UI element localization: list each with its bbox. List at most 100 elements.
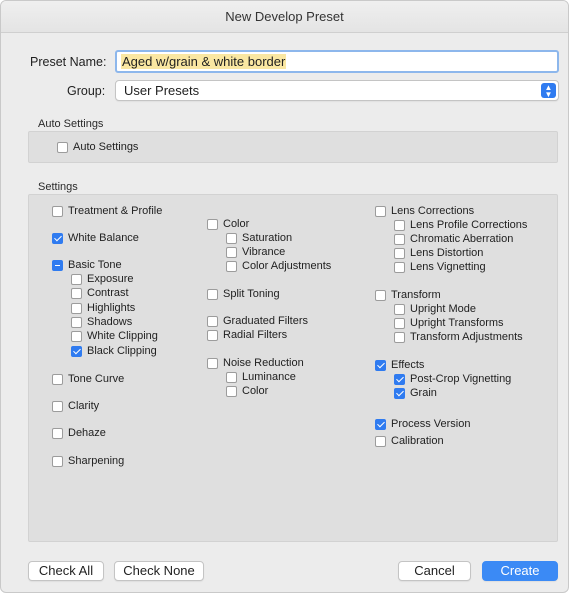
checkbox-icon <box>52 455 63 467</box>
option-label: Highlights <box>87 302 136 314</box>
group-select[interactable]: User Presets ▲ ▼ <box>115 80 559 101</box>
option-white-balance[interactable]: White Balance <box>52 231 139 245</box>
checkbox-icon <box>226 260 237 272</box>
option-process-version[interactable]: Process Version <box>375 417 470 431</box>
option-label: Effects <box>391 359 425 371</box>
checkbox-icon <box>394 233 405 245</box>
option-calibration[interactable]: Calibration <box>375 434 444 448</box>
option-sharpening[interactable]: Sharpening <box>52 454 124 468</box>
option-label: Lens Profile Corrections <box>410 219 528 231</box>
checkbox-icon <box>394 331 405 343</box>
option-label: Color <box>242 385 269 397</box>
option-vibrance[interactable]: Vibrance <box>226 245 285 259</box>
option-effects[interactable]: Effects <box>375 358 424 372</box>
option-color-adjustments[interactable]: Color Adjustments <box>226 259 331 273</box>
settings-section-title: Settings <box>38 181 78 193</box>
option-label: Post-Crop Vignetting <box>410 373 512 385</box>
checkbox-icon <box>207 315 218 327</box>
option-exposure[interactable]: Exposure <box>71 272 133 286</box>
option-label: Radial Filters <box>223 329 288 341</box>
option-post-crop-vignetting[interactable]: Post-Crop Vignetting <box>394 372 511 386</box>
new-develop-preset-dialog: New Develop Preset Preset Name: Aged w/g… <box>0 0 569 593</box>
option-label: Clarity <box>68 400 100 412</box>
checkbox-icon <box>52 427 63 439</box>
option-grain[interactable]: Grain <box>394 386 437 400</box>
option-chromatic-aberration[interactable]: Chromatic Aberration <box>394 232 513 246</box>
option-label: Vibrance <box>242 246 286 258</box>
option-contrast[interactable]: Contrast <box>71 286 129 300</box>
checkbox-mixed-icon <box>52 259 63 271</box>
option-label: Tone Curve <box>68 373 125 385</box>
option-label: Noise Reduction <box>223 357 304 369</box>
option-lens-vignetting[interactable]: Lens Vignetting <box>394 260 486 274</box>
option-noise-color[interactable]: Color <box>226 384 268 398</box>
checkbox-checked-icon <box>394 373 405 385</box>
option-dehaze[interactable]: Dehaze <box>52 426 106 440</box>
checkbox-icon <box>71 273 82 285</box>
option-label: Grain <box>410 387 437 399</box>
checkbox-checked-icon <box>375 418 386 430</box>
option-tone-curve[interactable]: Tone Curve <box>52 372 124 386</box>
checkbox-checked-icon <box>394 387 405 399</box>
option-luminance[interactable]: Luminance <box>226 370 296 384</box>
option-basic-tone[interactable]: Basic Tone <box>52 258 122 272</box>
option-graduated-filters[interactable]: Graduated Filters <box>207 314 308 328</box>
option-highlights[interactable]: Highlights <box>71 301 135 315</box>
option-label: Calibration <box>391 435 444 447</box>
option-label: Split Toning <box>223 288 280 300</box>
option-label: White Balance <box>68 232 139 244</box>
option-label: Transform Adjustments <box>410 331 523 343</box>
checkbox-icon <box>52 373 63 385</box>
option-upright-mode[interactable]: Upright Mode <box>394 302 476 316</box>
checkbox-icon <box>71 287 82 299</box>
checkbox-icon <box>226 371 237 383</box>
option-clarity[interactable]: Clarity <box>52 399 99 413</box>
option-noise-reduction[interactable]: Noise Reduction <box>207 356 304 370</box>
option-shadows[interactable]: Shadows <box>71 315 132 329</box>
checkbox-icon <box>207 218 218 230</box>
option-lens-profile-corrections[interactable]: Lens Profile Corrections <box>394 218 527 232</box>
checkbox-icon <box>394 317 405 329</box>
checkbox-icon <box>375 205 386 217</box>
option-label: Treatment & Profile <box>68 205 163 217</box>
option-split-toning[interactable]: Split Toning <box>207 287 280 301</box>
option-label: Saturation <box>242 232 293 244</box>
check-none-button[interactable]: Check None <box>114 561 204 581</box>
cancel-button[interactable]: Cancel <box>398 561 471 581</box>
option-saturation[interactable]: Saturation <box>226 231 292 245</box>
checkbox-checked-icon <box>71 345 82 357</box>
option-lens-distortion[interactable]: Lens Distortion <box>394 246 483 260</box>
option-label: Dehaze <box>68 427 106 439</box>
checkbox-icon <box>207 288 218 300</box>
option-label: Upright Mode <box>410 303 477 315</box>
option-label: Black Clipping <box>87 345 157 357</box>
dialog-title: New Develop Preset <box>1 1 568 33</box>
checkbox-icon <box>52 400 63 412</box>
option-upright-transforms[interactable]: Upright Transforms <box>394 316 504 330</box>
checkbox-checked-icon <box>375 359 386 371</box>
check-all-button[interactable]: Check All <box>28 561 104 581</box>
option-label: Lens Corrections <box>391 205 475 217</box>
checkbox-icon <box>207 329 218 341</box>
option-label: Luminance <box>242 371 296 383</box>
preset-name-value: Aged w/grain & white border <box>121 54 287 69</box>
option-label: Auto Settings <box>73 141 139 153</box>
option-radial-filters[interactable]: Radial Filters <box>207 328 287 342</box>
option-transform-adjustments[interactable]: Transform Adjustments <box>394 330 523 344</box>
option-lens-corrections[interactable]: Lens Corrections <box>375 204 474 218</box>
option-color[interactable]: Color <box>207 217 249 231</box>
checkbox-icon <box>71 330 82 342</box>
preset-name-input[interactable]: Aged w/grain & white border <box>115 50 559 73</box>
option-label: Basic Tone <box>68 259 122 271</box>
checkbox-icon <box>394 247 405 259</box>
option-transform[interactable]: Transform <box>375 288 441 302</box>
option-label: Shadows <box>87 316 133 328</box>
option-label: Process Version <box>391 418 471 430</box>
checkbox-icon <box>226 232 237 244</box>
option-black-clipping[interactable]: Black Clipping <box>71 344 157 358</box>
checkbox-icon <box>207 357 218 369</box>
option-treatment-profile[interactable]: Treatment & Profile <box>52 204 162 218</box>
auto-settings-option[interactable]: Auto Settings <box>57 140 138 154</box>
option-white-clipping[interactable]: White Clipping <box>71 329 158 343</box>
create-button[interactable]: Create <box>482 561 558 581</box>
